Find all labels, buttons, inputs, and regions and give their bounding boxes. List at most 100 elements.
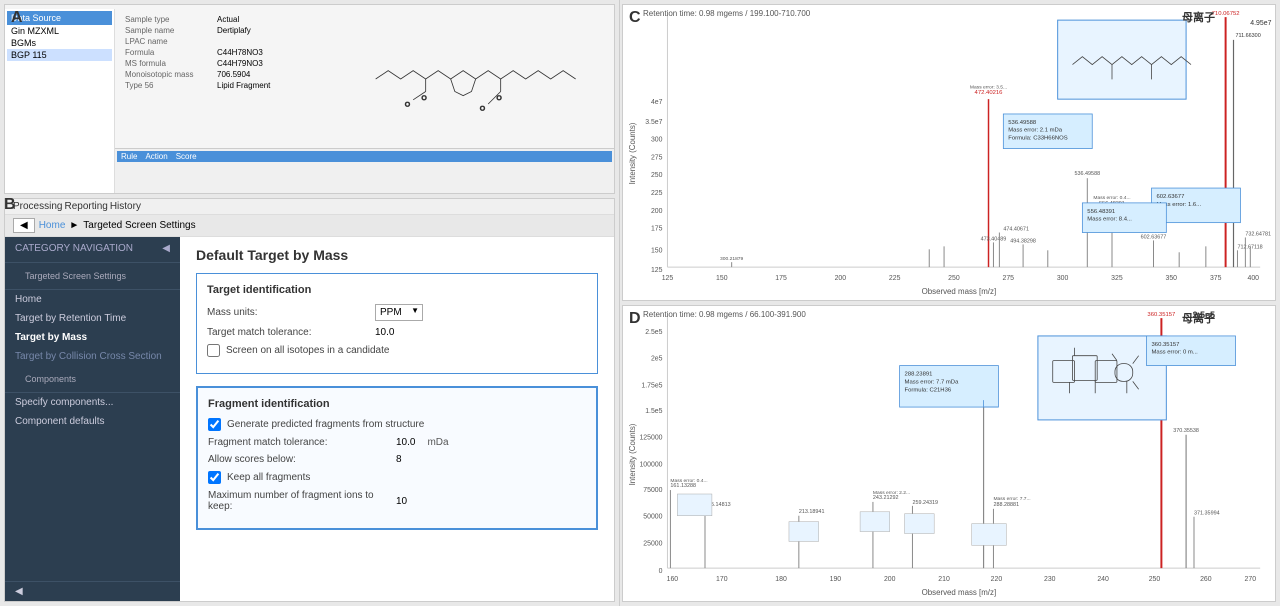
sidebar-item-home[interactable]: Home: [5, 290, 180, 309]
sidebar-item-ccs: Target by Collision Cross Section: [5, 347, 180, 366]
svg-text:200: 200: [835, 275, 847, 282]
svg-text:360.35157: 360.35157: [1147, 312, 1175, 318]
svg-text:556.48391: 556.48391: [1087, 209, 1115, 215]
right-half: C 母离子 Retention time: 0.98 mgems / 199.1…: [620, 0, 1280, 606]
tolerance-value: 10.0: [375, 327, 394, 338]
svg-text:Mass error: 2.2...: Mass error: 2.2...: [873, 490, 910, 496]
tolerance-row: Target match tolerance: 10.0: [207, 327, 587, 338]
svg-text:225: 225: [651, 190, 663, 197]
svg-text:150: 150: [716, 275, 728, 282]
svg-text:1.75e5: 1.75e5: [641, 382, 662, 389]
panel-a-properties: Sample typeActual Sample nameDertiplafy …: [117, 11, 352, 94]
panel-b-topbar: Processing Reporting History: [5, 199, 614, 215]
svg-text:O: O: [405, 101, 410, 108]
svg-text:3.5e7: 3.5e7: [645, 119, 662, 126]
sidebar-collapse-icon[interactable]: ◀: [162, 243, 170, 254]
sidebar-item-mass[interactable]: Target by Mass: [5, 328, 180, 347]
svg-text:190: 190: [830, 576, 842, 583]
sidebar-components-section: Components: [5, 366, 180, 393]
keep-fragments-checkbox[interactable]: [208, 471, 221, 484]
svg-text:259.24319: 259.24319: [912, 500, 938, 506]
sidebar-item-retention[interactable]: Target by Retention Time: [5, 309, 180, 328]
prop-value-0: Actual: [215, 15, 346, 24]
back-button[interactable]: ◀: [13, 218, 35, 233]
category-nav-label: Category Navigation: [15, 243, 133, 254]
svg-text:Mass error: 7.7...: Mass error: 7.7...: [993, 496, 1030, 502]
svg-text:474.40671: 474.40671: [1003, 227, 1029, 233]
max-fragments-value: 10: [396, 496, 407, 507]
breadcrumb-separator: ►: [69, 220, 79, 231]
prop-value-4: C44H79NO3: [215, 59, 346, 68]
panel-a-label: A: [11, 9, 23, 27]
tab-reporting[interactable]: Reporting: [64, 201, 107, 212]
match-tolerance-row: Fragment match tolerance: 10.0 mDa: [208, 437, 586, 448]
prop-value-6: Lipid Fragment: [215, 81, 346, 90]
svg-text:270: 270: [1245, 576, 1257, 583]
sidebar-category-nav: Category Navigation ◀: [5, 237, 180, 263]
bottom-header-score: Score: [176, 152, 197, 161]
svg-text:25000: 25000: [643, 540, 662, 547]
svg-text:275: 275: [1003, 275, 1015, 282]
fragment-id-title: Fragment identification: [208, 398, 586, 410]
panel-b: Processing Reporting History ◀ Home ► Ta…: [4, 198, 615, 602]
svg-text:360.35157: 360.35157: [1152, 342, 1180, 348]
breadcrumb-home[interactable]: Home: [39, 220, 66, 231]
svg-text:50000: 50000: [643, 514, 662, 521]
fragment-identification-section: Fragment identification Generate predict…: [196, 386, 598, 530]
svg-text:Mass error: 2.1 mDa: Mass error: 2.1 mDa: [1008, 128, 1063, 134]
match-tolerance-label: Fragment match tolerance:: [208, 437, 388, 448]
prop-label-2: LPAC name: [123, 37, 213, 46]
bottom-header-action: Action: [145, 152, 167, 161]
sidebar-category-title: Category Navigation ◀: [15, 243, 170, 254]
svg-text:536.49588: 536.49588: [1008, 120, 1037, 126]
generate-fragments-row: Generate predicted fragments from struct…: [208, 418, 586, 431]
svg-text:Mass error: 0 m...: Mass error: 0 m...: [1152, 350, 1199, 356]
svg-text:710.06752: 710.06752: [1212, 11, 1240, 17]
isotopes-checkbox-row: Screen on all isotopes in a candidate: [207, 344, 587, 357]
main-content-area: Default Target by Mass Target identifica…: [180, 237, 614, 601]
prop-label-6: Type 56: [123, 81, 213, 90]
svg-text:473.40489: 473.40489: [981, 236, 1007, 242]
panel-d-label: D: [629, 310, 641, 328]
prop-label-1: Sample name: [123, 26, 213, 35]
svg-text:732.64781: 732.64781: [1245, 231, 1271, 237]
svg-text:175: 175: [651, 226, 663, 233]
svg-text:Formula: C21H36: Formula: C21H36: [905, 387, 952, 393]
prop-label-5: Monoisotopic mass: [123, 70, 213, 79]
panel-c-subtitle: Retention time: 0.98 mgems / 199.100-710…: [643, 9, 810, 18]
mass-units-select-wrapper: PPM mDa: [375, 304, 423, 321]
panel-a-content: Sample typeActual Sample nameDertiplafy …: [115, 9, 614, 193]
mass-units-select[interactable]: PPM mDa: [375, 304, 423, 321]
svg-text:602.63677: 602.63677: [1141, 234, 1167, 240]
svg-text:220: 220: [991, 576, 1003, 583]
panel-b-body: Category Navigation ◀ Targeted Screen Se…: [5, 237, 614, 601]
svg-text:Formula: C33H66NOS: Formula: C33H66NOS: [1008, 136, 1067, 142]
sidebar-item-specify[interactable]: Specify components...: [5, 393, 180, 412]
panel-a-bottom-header: Rule Action Score: [117, 151, 612, 162]
tab-processing[interactable]: Processing: [13, 201, 62, 212]
isotopes-checkbox[interactable]: [207, 344, 220, 357]
generate-fragments-checkbox[interactable]: [208, 418, 221, 431]
panel-a: Data Source Gin MZXML BGMs BGP 115 Sampl…: [4, 4, 615, 194]
svg-text:Observed mass [m/z]: Observed mass [m/z]: [922, 588, 997, 597]
breadcrumb-current: Targeted Screen Settings: [83, 220, 195, 231]
tab-history[interactable]: History: [110, 201, 141, 212]
svg-text:Intensity (Counts): Intensity (Counts): [628, 423, 637, 485]
scores-row: Allow scores below: 8: [208, 454, 586, 465]
sidebar-item-defaults[interactable]: Component defaults: [5, 412, 180, 431]
nav-item-0[interactable]: Gin MZXML: [7, 25, 112, 37]
isotopes-label: Screen on all isotopes in a candidate: [226, 345, 389, 356]
svg-text:288.28881: 288.28881: [993, 502, 1019, 508]
panel-c-chart: 125 150 175 200 225 250 275 300 3.5e7 4e…: [623, 5, 1275, 300]
sidebar-collapse-bottom[interactable]: ◀: [5, 581, 180, 601]
nav-item-1[interactable]: BGMs: [7, 37, 112, 49]
svg-text:180: 180: [775, 576, 787, 583]
sidebar-targeted-screen: Targeted Screen Settings: [5, 263, 180, 290]
nav-item-2[interactable]: BGP 115: [7, 49, 112, 61]
svg-text:230: 230: [1044, 576, 1056, 583]
svg-text:160: 160: [667, 576, 679, 583]
main-container: Data Source Gin MZXML BGMs BGP 115 Sampl…: [0, 0, 1280, 606]
sidebar-section-targeted: Targeted Screen Settings: [15, 269, 170, 283]
generate-fragments-label: Generate predicted fragments from struct…: [227, 419, 424, 430]
svg-text:Observed mass [m/z]: Observed mass [m/z]: [922, 287, 997, 296]
